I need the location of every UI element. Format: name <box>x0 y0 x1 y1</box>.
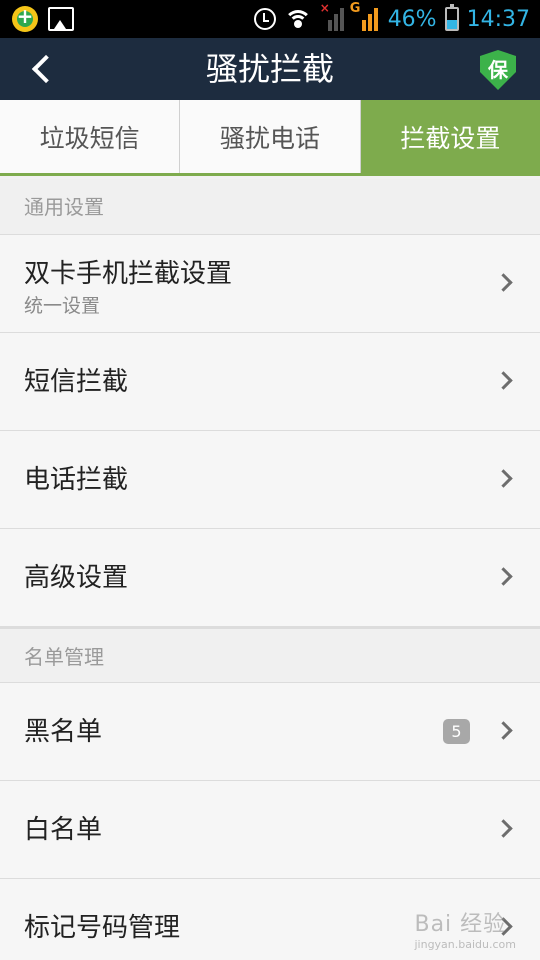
image-icon <box>48 7 74 31</box>
list-item-label: 标记号码管理 <box>24 913 181 943</box>
clock: 14:37 <box>466 6 530 32</box>
signal-g-icon: G <box>350 1 380 31</box>
back-arrow-icon <box>31 54 61 84</box>
tab-harassment-calls[interactable]: 骚扰电话 <box>180 100 361 173</box>
app-bar: 骚扰拦截 保 <box>0 38 540 100</box>
list-item-label: 高级设置 <box>24 563 129 593</box>
list-item-label: 短信拦截 <box>24 367 129 397</box>
battery-percent: 46% <box>387 6 437 32</box>
tab-spam-sms[interactable]: 垃圾短信 <box>0 100 181 173</box>
app-icon <box>12 4 38 32</box>
list-item-blacklist[interactable]: 黑名单 5 <box>0 683 540 781</box>
tab-bar: 垃圾短信 骚扰电话 拦截设置 <box>0 100 540 176</box>
chevron-right-icon <box>494 273 513 292</box>
battery-icon <box>444 4 459 31</box>
chevron-right-icon <box>494 819 513 838</box>
list-item-sublabel: 统一设置 <box>24 295 101 317</box>
settings-list: 通用设置 双卡手机拦截设置 统一设置 短信拦截 电话拦截 高级设置 名单管理 黑… <box>0 179 540 960</box>
signal-icon: × <box>320 1 346 31</box>
alarm-icon <box>253 8 276 30</box>
tab-block-settings[interactable]: 拦截设置 <box>360 100 540 173</box>
watermark: Bai 经验 jingyan.baidu.com <box>414 912 516 951</box>
chevron-right-icon <box>494 469 513 488</box>
shield-button[interactable]: 保 <box>480 50 520 90</box>
list-item-label: 电话拦截 <box>24 465 129 495</box>
shield-label: 保 <box>488 57 508 82</box>
status-bar: × G 46% 14:37 <box>0 0 540 38</box>
chevron-right-icon <box>494 371 513 390</box>
shield-icon: 保 <box>480 50 516 90</box>
list-item-label: 双卡手机拦截设置 <box>24 259 233 289</box>
count-badge: 5 <box>443 719 470 744</box>
list-item-call-block[interactable]: 电话拦截 <box>0 431 540 529</box>
list-item-label: 黑名单 <box>24 717 103 747</box>
network-label: G <box>349 1 361 16</box>
section-header-lists: 名单管理 <box>0 627 540 683</box>
wifi-icon <box>283 8 312 30</box>
back-button[interactable] <box>18 38 68 100</box>
list-item-advanced[interactable]: 高级设置 <box>0 529 540 627</box>
chevron-right-icon <box>494 567 513 586</box>
page-title: 骚扰拦截 <box>205 50 334 88</box>
list-item-label: 白名单 <box>24 815 103 845</box>
chevron-right-icon <box>494 721 513 740</box>
list-item-sms-block[interactable]: 短信拦截 <box>0 333 540 431</box>
section-header-general: 通用设置 <box>0 179 540 235</box>
list-item-dual-sim[interactable]: 双卡手机拦截设置 统一设置 <box>0 235 540 333</box>
list-item-whitelist[interactable]: 白名单 <box>0 781 540 879</box>
